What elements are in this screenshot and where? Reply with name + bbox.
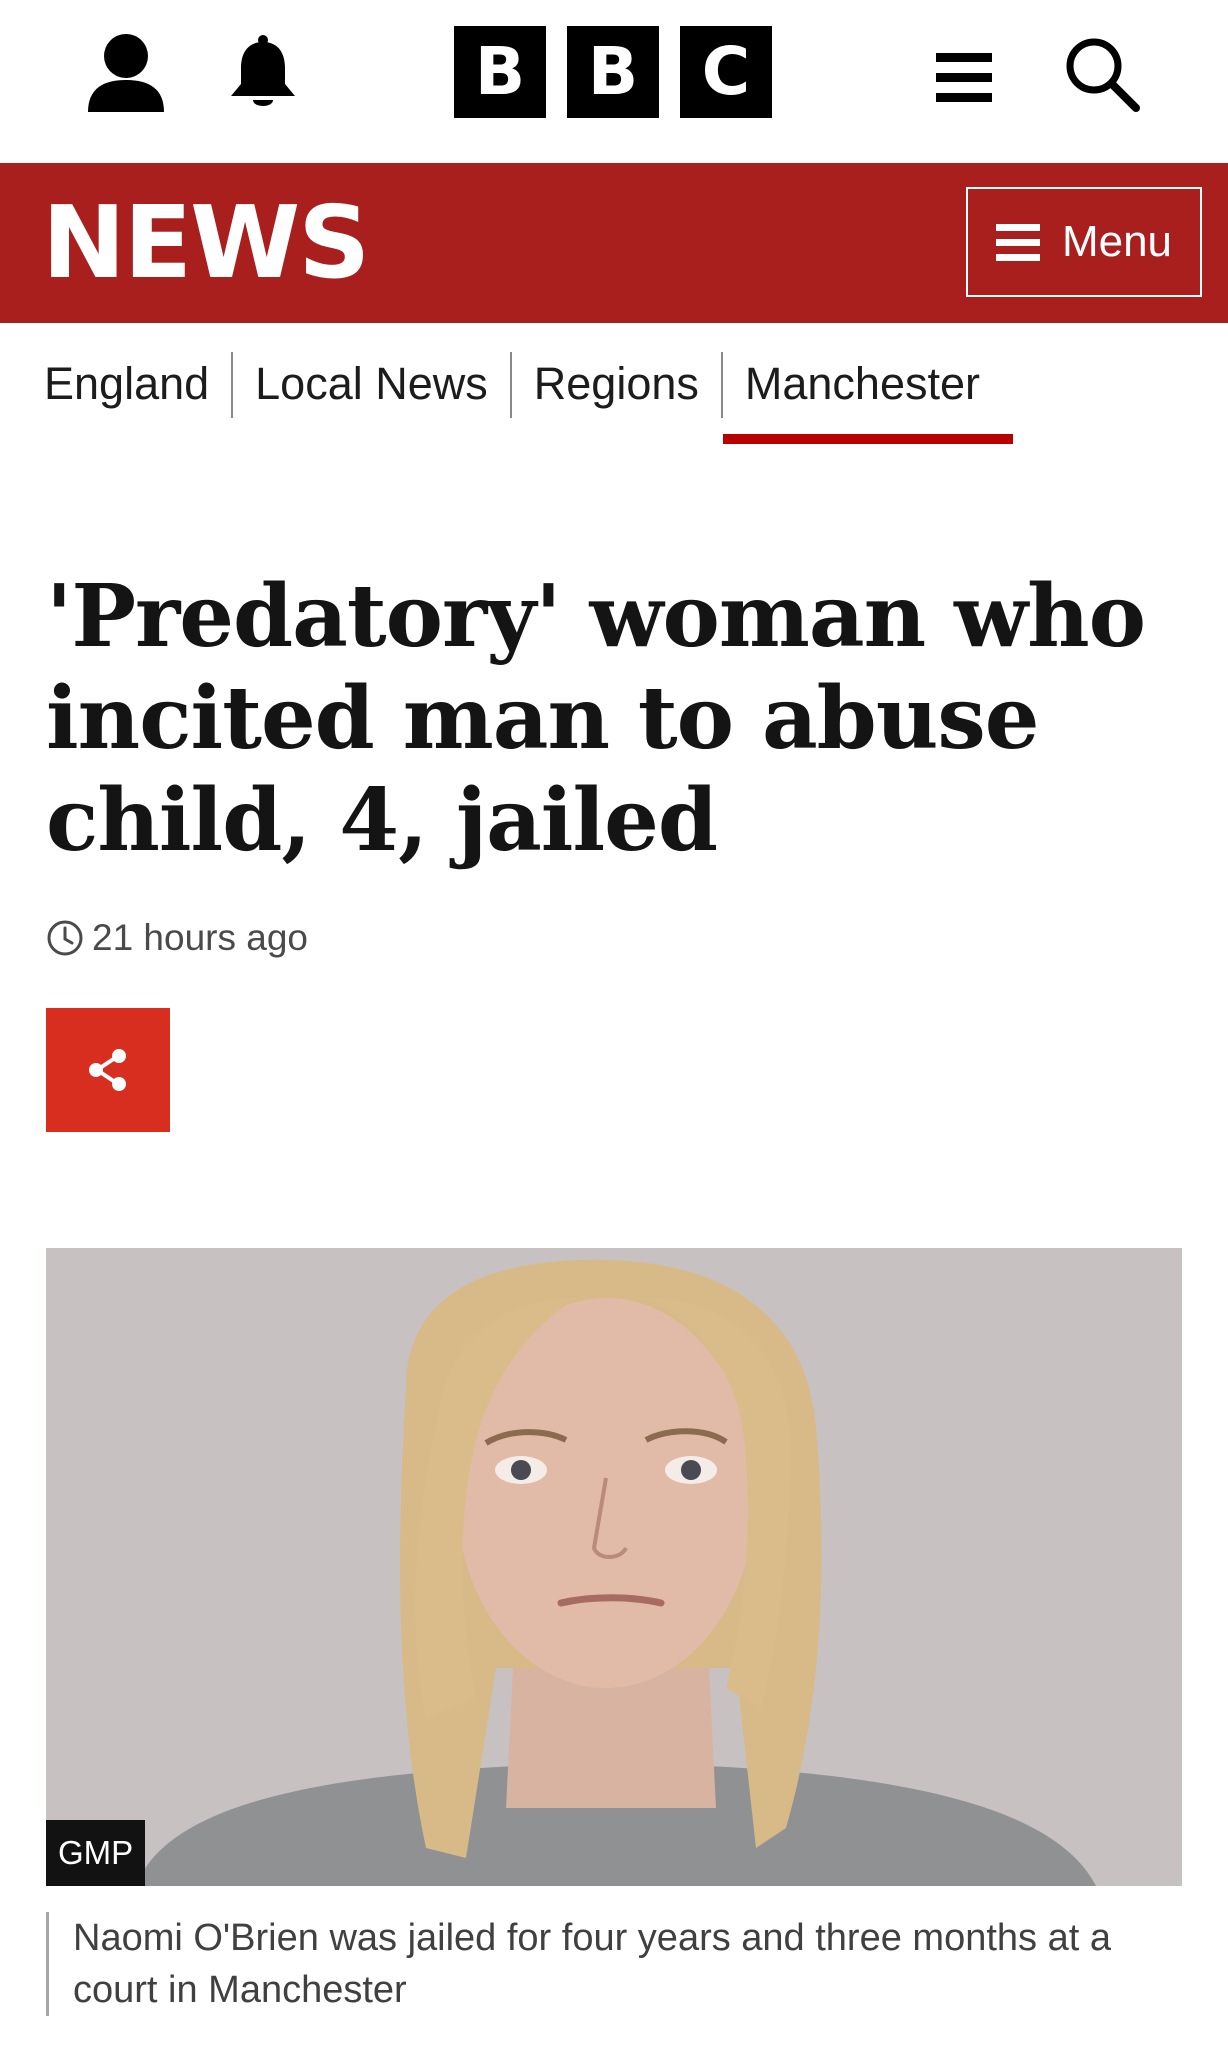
mugshot-photo [46, 1248, 1182, 1886]
image-caption: Naomi O'Brien was jailed for four years … [46, 1912, 1186, 2016]
hamburger-icon [936, 53, 992, 102]
account-button[interactable] [82, 28, 170, 116]
bbc-logo-letter: B [567, 26, 659, 118]
nav-item-local-news[interactable]: Local News [255, 352, 488, 416]
bell-icon [231, 35, 295, 106]
top-bar: B B C [0, 0, 1228, 163]
nav-item-regions[interactable]: Regions [534, 352, 699, 416]
image-credit: GMP [46, 1820, 146, 1886]
article-headline: 'Predatory' woman who incited man to abu… [46, 566, 1146, 871]
lead-image[interactable]: GMP [46, 1248, 1182, 1886]
image-caption-text: Naomi O'Brien was jailed for four years … [73, 1917, 1111, 2011]
hamburger-icon [995, 224, 1040, 261]
nav-item-england[interactable]: England [44, 352, 209, 416]
notifications-button[interactable] [222, 32, 304, 116]
news-banner: NEWS Menu [0, 163, 1228, 323]
search-button[interactable] [1058, 30, 1146, 118]
bbc-logo-letter: B [454, 26, 546, 118]
article-timestamp: 21 hours ago [46, 916, 308, 960]
bbc-logo-letter: C [680, 26, 772, 118]
menu-button[interactable]: Menu [966, 187, 1202, 297]
clock-icon [47, 920, 83, 956]
site-menu-button[interactable] [924, 42, 1004, 112]
search-icon [1066, 38, 1140, 112]
nav-item-manchester[interactable]: Manchester [722, 352, 1013, 444]
timestamp-text: 21 hours ago [92, 917, 309, 958]
share-button[interactable] [46, 1008, 170, 1132]
nav-divider [720, 352, 723, 418]
news-wordmark[interactable]: NEWS [42, 187, 370, 299]
nav-divider [509, 352, 512, 418]
share-icon [89, 1049, 126, 1091]
section-nav: England Local News Regions Manchester [44, 352, 1013, 448]
menu-label: Menu [1061, 217, 1173, 266]
bbc-logo[interactable]: B B C [454, 26, 772, 118]
nav-divider [231, 352, 234, 418]
user-account-icon [88, 34, 164, 112]
